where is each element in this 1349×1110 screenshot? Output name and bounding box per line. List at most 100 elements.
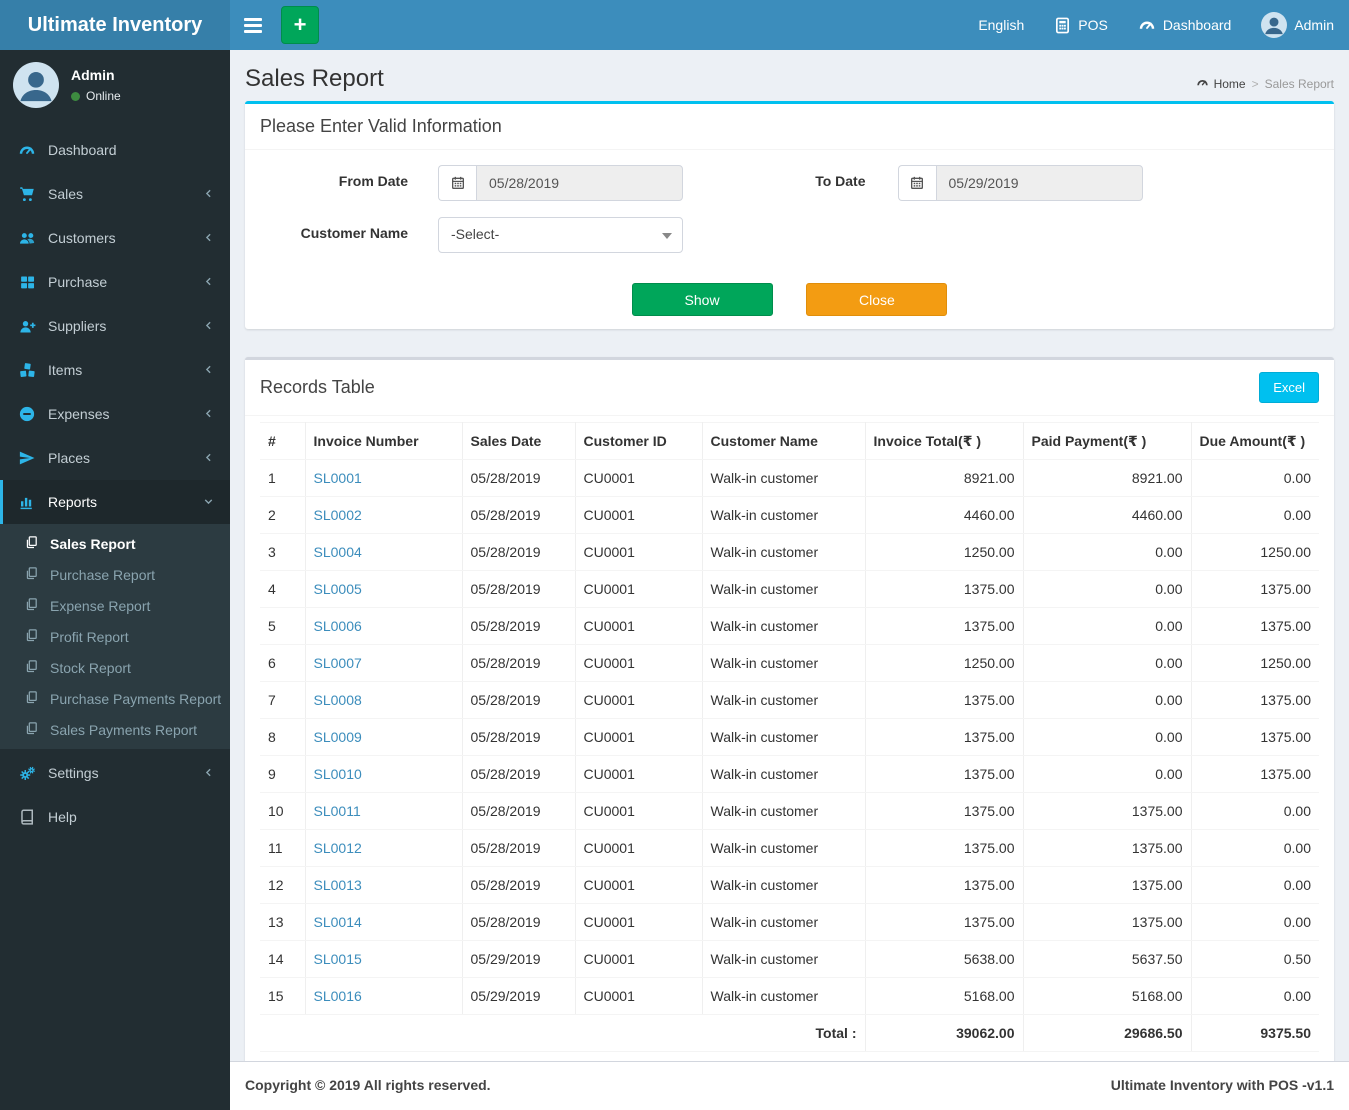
invoice-link[interactable]: SL0013 bbox=[314, 877, 362, 893]
invoice-link[interactable]: SL0012 bbox=[314, 840, 362, 856]
cell-sn: 3 bbox=[260, 533, 306, 571]
from-date-label: From Date bbox=[338, 173, 408, 189]
invoice-link[interactable]: SL0014 bbox=[314, 914, 362, 930]
submenu-item-purchase-report[interactable]: Purchase Report bbox=[0, 559, 230, 590]
column-header-due-amount: Due Amount(₹ ) bbox=[1191, 422, 1319, 460]
invoice-link[interactable]: SL0002 bbox=[314, 507, 362, 523]
cell-sales-date: 05/28/2019 bbox=[462, 570, 576, 608]
to-date-input[interactable] bbox=[935, 165, 1143, 201]
cell-sales-date: 05/28/2019 bbox=[462, 459, 576, 497]
files-icon bbox=[24, 659, 41, 676]
submenu-item-expense-report[interactable]: Expense Report bbox=[0, 590, 230, 621]
cell-due-amount: 1375.00 bbox=[1191, 718, 1319, 756]
quick-add-button[interactable]: + bbox=[281, 6, 319, 44]
cell-customer-name: Walk-in customer bbox=[702, 681, 866, 719]
sidebar-item-dashboard[interactable]: Dashboard bbox=[0, 128, 230, 172]
sidebar-item-help[interactable]: Help bbox=[0, 795, 230, 839]
submenu-item-profit-report[interactable]: Profit Report bbox=[0, 621, 230, 652]
cell-invoice: SL0012 bbox=[305, 829, 463, 867]
language-menu[interactable]: English bbox=[963, 0, 1039, 50]
show-button[interactable]: Show bbox=[631, 283, 773, 316]
cell-invoice: SL0007 bbox=[305, 644, 463, 682]
column-header-invoice-number: Invoice Number bbox=[305, 422, 463, 460]
cell-invoice-total: 8921.00 bbox=[865, 459, 1024, 497]
table-row: 9 SL0010 05/28/2019 CU0001 Walk-in customer 1… bbox=[260, 755, 1319, 793]
sidebar-item-reports[interactable]: Reports bbox=[0, 480, 230, 524]
table-row: 3 SL0004 05/28/2019 CU0001 Walk-in customer 1… bbox=[260, 533, 1319, 571]
hamburger-icon bbox=[243, 15, 262, 36]
chevron-left-icon bbox=[202, 766, 216, 780]
close-button[interactable]: Close bbox=[806, 283, 948, 316]
sidebar-item-places[interactable]: Places bbox=[0, 436, 230, 480]
sidebar-item-expenses[interactable]: Expenses bbox=[0, 392, 230, 436]
records-panel-title: Records Table bbox=[260, 377, 375, 397]
chevron-left-icon bbox=[202, 187, 216, 201]
submenu-item-purchase-payments-report[interactable]: Purchase Payments Report bbox=[0, 683, 230, 714]
invoice-link[interactable]: SL0008 bbox=[314, 692, 362, 708]
chevron-left-icon bbox=[202, 319, 216, 333]
submenu-item-sales-report[interactable]: Sales Report bbox=[0, 528, 230, 559]
customer-select[interactable]: -Select- bbox=[438, 217, 683, 253]
user-menu[interactable]: Admin bbox=[1246, 0, 1349, 50]
invoice-link[interactable]: SL0009 bbox=[314, 729, 362, 745]
cell-invoice: SL0006 bbox=[305, 607, 463, 645]
sidebar-toggle-button[interactable] bbox=[230, 0, 275, 50]
table-row: 10 SL0011 05/28/2019 CU0001 Walk-in customer… bbox=[260, 792, 1319, 830]
sidebar-item-purchase[interactable]: Purchase bbox=[0, 260, 230, 304]
cell-invoice-total: 1375.00 bbox=[865, 755, 1024, 793]
sidebar-item-sales[interactable]: Sales bbox=[0, 172, 230, 216]
invoice-link[interactable]: SL0006 bbox=[314, 618, 362, 634]
user-plus-icon bbox=[17, 316, 37, 336]
sidebar-item-items[interactable]: Items bbox=[0, 348, 230, 392]
pos-link[interactable]: POS bbox=[1039, 0, 1123, 50]
cell-customer-name: Walk-in customer bbox=[702, 533, 866, 571]
cell-paid-payment: 0.00 bbox=[1023, 681, 1192, 719]
cell-customer-name: Walk-in customer bbox=[702, 496, 866, 534]
submenu-item-sales-payments-report[interactable]: Sales Payments Report bbox=[0, 714, 230, 745]
total-invoice-total: 39062.00 bbox=[865, 1014, 1024, 1052]
cell-sales-date: 05/28/2019 bbox=[462, 755, 576, 793]
cell-customer-name: Walk-in customer bbox=[702, 570, 866, 608]
breadcrumb-home[interactable]: Home bbox=[1196, 76, 1246, 92]
column-header-sn: # bbox=[260, 422, 306, 460]
invoice-link[interactable]: SL0004 bbox=[314, 544, 362, 560]
book-icon bbox=[17, 807, 37, 827]
cell-sn: 2 bbox=[260, 496, 306, 534]
cell-due-amount: 0.00 bbox=[1191, 977, 1319, 1015]
invoice-link[interactable]: SL0005 bbox=[314, 581, 362, 597]
cell-customer-name: Walk-in customer bbox=[702, 607, 866, 645]
user-avatar bbox=[13, 62, 59, 108]
cell-due-amount: 0.50 bbox=[1191, 940, 1319, 978]
cell-invoice-total: 1375.00 bbox=[865, 866, 1024, 904]
sidebar-item-settings[interactable]: Settings bbox=[0, 751, 230, 795]
online-dot-icon bbox=[71, 91, 80, 101]
records-panel: Records Table Excel # Invoice Number Sal… bbox=[245, 357, 1334, 1066]
brand-logo[interactable]: Ultimate Inventory bbox=[0, 0, 230, 50]
version-text: Ultimate Inventory with POS -v1.1 bbox=[1110, 1077, 1334, 1093]
from-date-input[interactable] bbox=[476, 165, 683, 201]
chevron-left-icon bbox=[202, 407, 216, 421]
invoice-link[interactable]: SL0007 bbox=[314, 655, 362, 671]
table-row: 2 SL0002 05/28/2019 CU0001 Walk-in customer 4… bbox=[260, 496, 1319, 534]
files-icon bbox=[24, 690, 41, 707]
cubes-icon bbox=[17, 360, 37, 380]
submenu-item-stock-report[interactable]: Stock Report bbox=[0, 652, 230, 683]
gauge-icon bbox=[1138, 16, 1156, 34]
sidebar-item-customers[interactable]: Customers bbox=[0, 216, 230, 260]
invoice-link[interactable]: SL0011 bbox=[314, 803, 361, 819]
cell-invoice-total: 1375.00 bbox=[865, 570, 1024, 608]
dashboard-link[interactable]: Dashboard bbox=[1123, 0, 1247, 50]
invoice-link[interactable]: SL0016 bbox=[314, 988, 362, 1004]
cell-invoice: SL0009 bbox=[305, 718, 463, 756]
excel-export-button[interactable]: Excel bbox=[1259, 372, 1319, 403]
invoice-link[interactable]: SL0010 bbox=[314, 766, 362, 782]
total-paid-payment: 29686.50 bbox=[1023, 1014, 1192, 1052]
files-icon bbox=[24, 566, 41, 583]
minus-circle-icon bbox=[17, 404, 37, 424]
cell-paid-payment: 1375.00 bbox=[1023, 829, 1192, 867]
sidebar-item-suppliers[interactable]: Suppliers bbox=[0, 304, 230, 348]
cell-customer-name: Walk-in customer bbox=[702, 903, 866, 941]
invoice-link[interactable]: SL0015 bbox=[314, 951, 362, 967]
invoice-link[interactable]: SL0001 bbox=[314, 470, 362, 486]
cell-sn: 8 bbox=[260, 718, 306, 756]
